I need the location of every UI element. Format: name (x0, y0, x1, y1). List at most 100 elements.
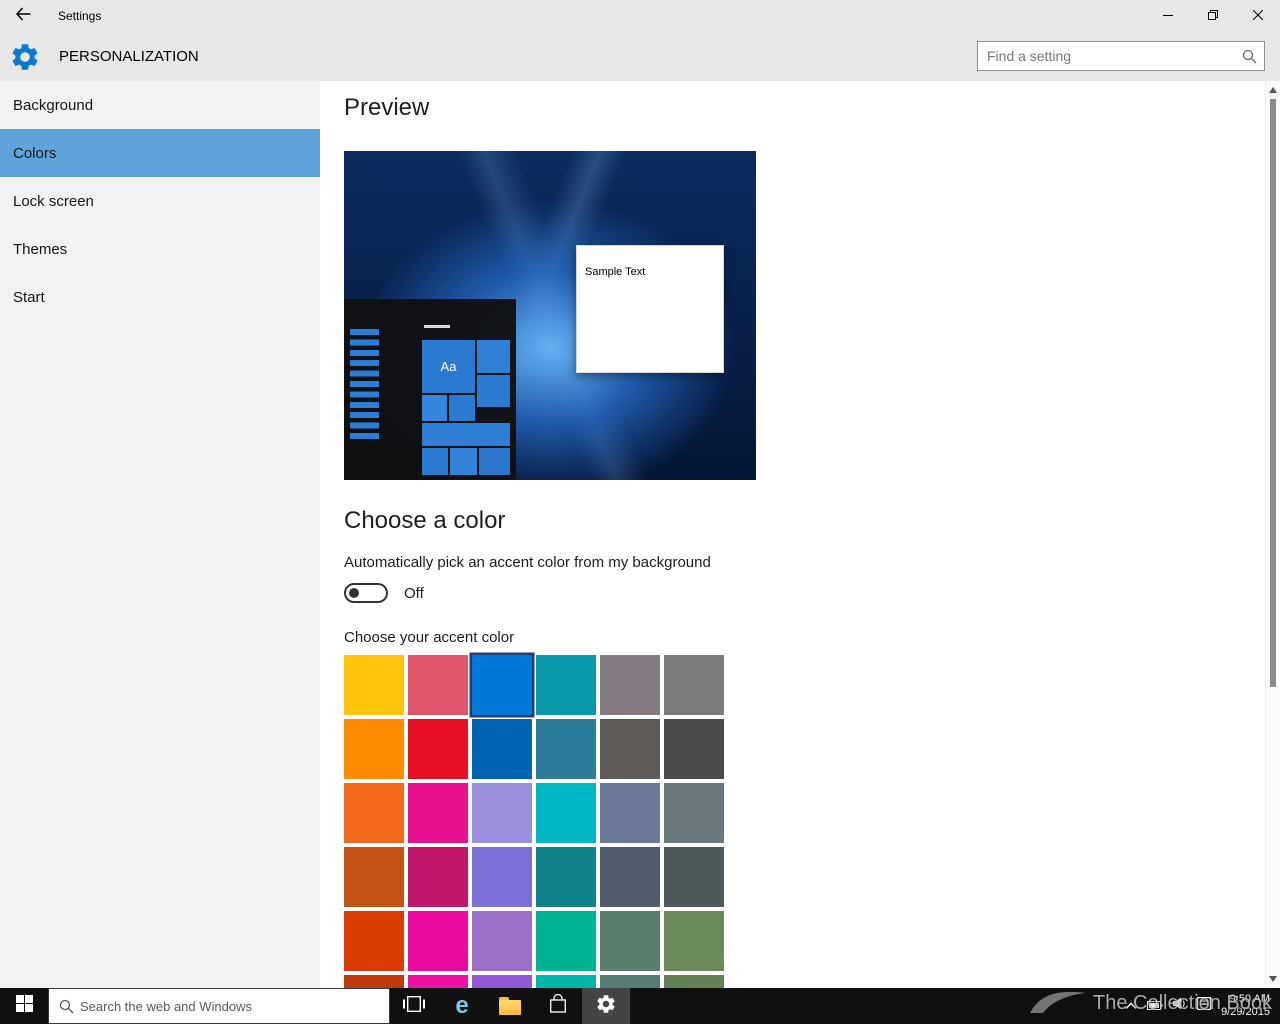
accent-swatch[interactable] (472, 911, 532, 971)
accent-swatch[interactable] (536, 655, 596, 715)
accent-swatch[interactable] (600, 975, 660, 988)
colors-page-content: Preview Aa Sample Text Choose a color Au… (320, 81, 1266, 988)
choose-color-heading: Choose a color (344, 507, 506, 534)
accent-swatch[interactable] (600, 655, 660, 715)
edge-browser-button[interactable]: e (438, 988, 486, 1024)
accent-swatch[interactable] (472, 655, 532, 715)
settings-gear-icon (595, 993, 617, 1020)
edge-icon: e (455, 992, 469, 1019)
close-button[interactable] (1235, 0, 1280, 32)
accent-swatch[interactable] (344, 911, 404, 971)
accent-swatch[interactable] (536, 847, 596, 907)
accent-swatch[interactable] (344, 655, 404, 715)
auto-accent-label: Automatically pick an accent color from … (344, 554, 711, 571)
taskbar-clock[interactable]: 9:50 AM 9/29/2015 (1221, 993, 1270, 1019)
accent-swatch[interactable] (344, 847, 404, 907)
preview-tile (477, 340, 510, 373)
accent-swatch[interactable] (472, 847, 532, 907)
store-bag-icon (549, 993, 567, 1019)
taskbar-search-box[interactable] (48, 988, 390, 1024)
maximize-button[interactable] (1190, 0, 1235, 32)
minimize-button[interactable] (1145, 0, 1190, 32)
preview-app-list (350, 329, 379, 443)
accent-swatch[interactable] (344, 783, 404, 843)
accent-swatch[interactable] (472, 719, 532, 779)
search-icon (1242, 49, 1257, 64)
preview-aa-tile: Aa (422, 340, 475, 393)
accent-swatch[interactable] (408, 655, 468, 715)
page-title: PERSONALIZATION (59, 48, 199, 65)
accent-swatch[interactable] (472, 783, 532, 843)
accent-swatch[interactable] (600, 719, 660, 779)
auto-accent-toggle-row: Off (344, 583, 1266, 603)
settings-gear-logo-icon (9, 41, 41, 73)
scroll-up-arrow-icon[interactable] (1269, 87, 1277, 93)
accent-swatch[interactable] (600, 783, 660, 843)
battery-icon[interactable] (1147, 997, 1163, 1015)
task-view-button[interactable] (390, 988, 438, 1024)
sidebar-item-themes[interactable]: Themes (0, 225, 320, 273)
settings-search-box[interactable] (977, 41, 1265, 71)
accent-swatch[interactable] (408, 847, 468, 907)
minimize-icon (1162, 7, 1173, 25)
vertical-scrollbar[interactable] (1265, 81, 1280, 988)
back-arrow-icon (15, 6, 31, 26)
restore-icon (1207, 7, 1218, 25)
accent-swatch[interactable] (664, 719, 724, 779)
accent-swatch[interactable] (472, 975, 532, 988)
accent-swatch[interactable] (664, 783, 724, 843)
preview-heading: Preview (344, 94, 430, 121)
clock-date: 9/29/2015 (1221, 1006, 1270, 1018)
close-icon (1252, 7, 1263, 25)
accent-swatch[interactable] (664, 975, 724, 988)
action-center-icon[interactable] (1197, 997, 1212, 1015)
toggle-knob (349, 588, 359, 598)
preview-tile (422, 395, 447, 421)
taskbar: e 9:50 AM 9/29/2015 (0, 988, 1280, 1024)
accent-swatch[interactable] (664, 911, 724, 971)
accent-swatch[interactable] (536, 975, 596, 988)
sidebar-item-lock-screen[interactable]: Lock screen (0, 177, 320, 225)
theme-preview-image: Aa Sample Text (344, 151, 756, 480)
back-button[interactable] (0, 0, 46, 32)
settings-header: PERSONALIZATION (0, 32, 1280, 81)
settings-body: Background Colors Lock screen Themes Sta… (0, 81, 1280, 988)
volume-icon[interactable] (1173, 997, 1187, 1015)
scrollbar-thumb[interactable] (1270, 99, 1276, 687)
window-title: Settings (58, 9, 102, 23)
accent-swatch[interactable] (600, 847, 660, 907)
accent-swatch[interactable] (536, 783, 596, 843)
file-explorer-icon (499, 997, 521, 1015)
accent-picker-label: Choose your accent color (344, 629, 515, 646)
settings-app-button[interactable] (582, 988, 630, 1024)
accent-swatch[interactable] (408, 783, 468, 843)
accent-swatch[interactable] (408, 975, 468, 988)
accent-swatch[interactable] (536, 719, 596, 779)
sample-text: Sample Text (585, 266, 646, 278)
settings-search-input[interactable] (978, 48, 1242, 64)
start-button[interactable] (0, 988, 48, 1024)
accent-swatch[interactable] (536, 911, 596, 971)
accent-swatch[interactable] (664, 847, 724, 907)
accent-swatch[interactable] (344, 975, 404, 988)
preview-tile (450, 448, 477, 475)
accent-swatch[interactable] (408, 719, 468, 779)
sidebar-item-colors[interactable]: Colors (0, 129, 320, 177)
clock-time: 9:50 AM (1229, 993, 1270, 1005)
sidebar-item-background[interactable]: Background (0, 81, 320, 129)
accent-swatch[interactable] (664, 655, 724, 715)
accent-swatch[interactable] (600, 911, 660, 971)
accent-swatch[interactable] (344, 719, 404, 779)
preview-tile (477, 375, 510, 407)
scroll-down-arrow-icon[interactable] (1269, 976, 1277, 982)
preview-tile (449, 395, 475, 421)
tray-chevron-up-icon[interactable] (1125, 997, 1137, 1015)
toggle-state-label: Off (404, 584, 424, 602)
file-explorer-button[interactable] (486, 988, 534, 1024)
accent-swatch[interactable] (408, 911, 468, 971)
taskbar-search-input[interactable] (78, 997, 389, 1015)
sidebar-item-start[interactable]: Start (0, 273, 320, 321)
store-button[interactable] (534, 988, 582, 1024)
settings-sidebar: Background Colors Lock screen Themes Sta… (0, 81, 320, 988)
auto-accent-toggle[interactable] (344, 583, 388, 603)
